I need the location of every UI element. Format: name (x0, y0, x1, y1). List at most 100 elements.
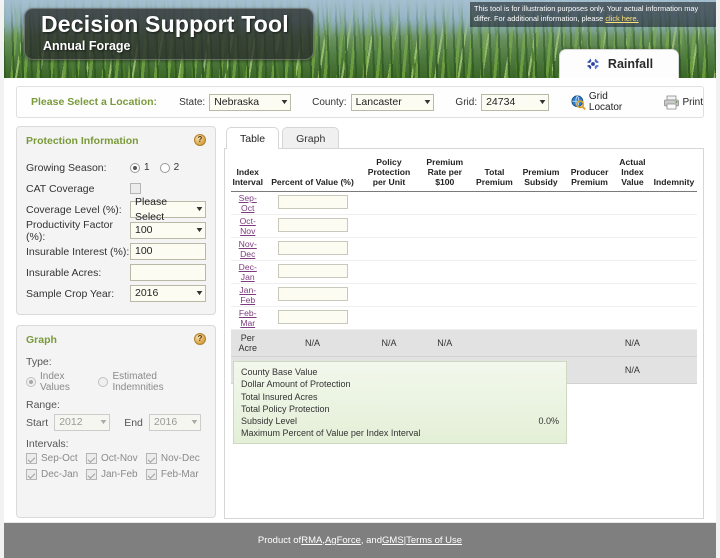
interval-checkbox-item[interactable]: Sep-Oct (26, 453, 86, 464)
index-interval-link-oct-nov-2[interactable]: Nov (232, 226, 263, 236)
question-help-icon[interactable]: ? (194, 333, 206, 345)
interval-label-nov-dec: Nov-Dec (160, 453, 200, 464)
disclaimer-notice: This tool is for illustration purposes o… (470, 2, 716, 27)
grid-select[interactable]: 24734 ▼ (481, 93, 550, 111)
percent-of-value-input-sep-oct[interactable] (277, 195, 348, 209)
graph-type-radio-index-values[interactable] (26, 377, 36, 387)
print-label: Print (682, 96, 704, 108)
index-interval-link-feb-mar-1[interactable]: Feb- (232, 308, 263, 318)
state-select[interactable]: Nebraska ▼ (209, 93, 291, 111)
interval-checkbox-dec-jan[interactable] (26, 469, 37, 480)
productivity-factor-select[interactable]: 100 ▼ (130, 222, 206, 239)
result-label-total-insured-acres: Total Insured Acres (241, 391, 318, 402)
chevron-down-icon: ▼ (189, 419, 200, 426)
empty-cells (360, 191, 697, 215)
per-acre-actual-index-value: N/A (613, 329, 651, 357)
percent-of-value-input-feb-mar[interactable] (277, 310, 348, 324)
insurable-interest-value: 100 (135, 245, 153, 257)
tab-graph[interactable]: Graph (282, 127, 340, 149)
percent-of-value-input-nov-dec[interactable] (277, 241, 348, 255)
summary-row-per-acre: Per Acre N/A N/A N/A N/A (231, 329, 697, 357)
insurable-acres-input[interactable] (130, 264, 206, 281)
graph-range-end-value: 2016 (153, 416, 178, 428)
chevron-down-icon: ▼ (422, 98, 433, 106)
index-interval-link-nov-dec-1[interactable]: Nov- (232, 239, 263, 249)
interval-checkbox-item[interactable]: Jan-Feb (85, 469, 146, 480)
index-interval-link-jan-feb-2[interactable]: Feb (232, 295, 263, 305)
disclaimer-click-here-link[interactable]: click here. (605, 14, 638, 23)
sample-crop-year-value: 2016 (135, 287, 159, 299)
graph-range-end-select[interactable]: 2016 ▼ (148, 414, 201, 431)
chevron-down-icon: ▼ (98, 419, 109, 426)
chevron-down-icon: ▼ (194, 227, 205, 234)
summary-label-line2: Acre (238, 343, 257, 353)
per-acre-policy-protection: N/A (360, 329, 418, 357)
tab-table[interactable]: Table (226, 127, 280, 149)
per-acre-percent-of-value: N/A (264, 329, 361, 357)
graph-options-panel: Graph ? Type: Index Values Estimated Ind… (16, 325, 216, 518)
graph-type-radio-estimated-indemnities[interactable] (98, 377, 109, 387)
index-interval-link-sep-oct-1[interactable]: Sep- (232, 193, 263, 203)
interval-checkbox-jan-feb[interactable] (85, 469, 97, 480)
grid-locator-label: Grid Locator (588, 91, 623, 113)
coverage-level-label: Coverage Level (%): (26, 203, 122, 216)
percent-of-value-input-jan-feb[interactable] (277, 287, 348, 301)
percent-of-value-input-dec-jan[interactable] (277, 264, 348, 278)
percent-of-value-input-oct-nov[interactable] (277, 218, 348, 232)
footer-link-gms[interactable]: GMS (382, 535, 404, 546)
interval-label-feb-mar: Feb-Mar (160, 469, 199, 480)
footer-link-rma[interactable]: RMA (301, 535, 322, 546)
growing-season-radio-1[interactable] (130, 162, 140, 173)
empty-cells (360, 214, 697, 238)
footer-link-agforce[interactable]: AgForce (325, 535, 361, 546)
county-select[interactable]: Lancaster ▼ (350, 93, 435, 111)
question-help-icon[interactable]: ? (194, 134, 206, 146)
index-interval-cell: Jan- Feb (231, 283, 265, 307)
per-acre-total-premium (472, 329, 517, 357)
grid-locator-button[interactable]: Grid Locator (570, 91, 642, 113)
footer-link-terms-of-use[interactable]: Terms of Use (406, 535, 462, 546)
col-policy-protection-per-unit: Policy Protection per Unit (360, 155, 418, 192)
insurable-acres-label: Insurable Acres: (26, 266, 102, 279)
interval-checkbox-item[interactable]: Feb-Mar (145, 469, 206, 480)
result-line: Maximum Percent of Value per Index Inter… (241, 427, 559, 439)
index-interval-link-dec-jan-2[interactable]: Jan (232, 272, 263, 282)
coverage-level-select[interactable]: Please Select ▼ (130, 196, 206, 223)
rain-drop-icon (586, 58, 600, 70)
graph-type-index-values-label: Index Values (40, 371, 70, 393)
index-interval-link-sep-oct-2[interactable]: Oct (232, 203, 263, 213)
interval-checkbox-sep-oct[interactable] (26, 453, 37, 464)
index-interval-link-jan-feb-1[interactable]: Jan- (232, 285, 263, 295)
table-tab-panel: Index Interval Percent of Value (%) Poli… (224, 148, 704, 519)
title-plate: Decision Support Tool Annual Forage (24, 8, 314, 60)
page-header: Decision Support Tool Annual Forage This… (4, 0, 716, 78)
interval-checkbox-item[interactable]: Oct-Nov (85, 453, 146, 464)
interval-checkbox-item[interactable]: Dec-Jan (26, 469, 86, 480)
result-label-maximum-percent-of-value: Maximum Percent of Value per Index Inter… (241, 428, 421, 439)
insurable-interest-input[interactable]: 100 (130, 243, 206, 260)
growing-season-radio-2[interactable] (159, 162, 170, 173)
index-interval-cell: Oct- Nov (231, 214, 265, 238)
county-select-value: Lancaster (355, 95, 402, 108)
right-column: Table Graph Index Interval Percent of Va… (224, 126, 704, 519)
result-line: Total Insured Acres (241, 391, 559, 403)
interval-checkbox-nov-dec[interactable] (145, 453, 157, 464)
interval-label-oct-nov: Oct-Nov (100, 453, 138, 464)
sample-crop-year-select[interactable]: 2016 ▼ (130, 285, 206, 302)
interval-checkbox-item[interactable]: Nov-Dec (145, 453, 206, 464)
graph-type-label: Type: (26, 356, 52, 368)
print-button[interactable]: Print (663, 95, 703, 110)
cat-coverage-checkbox[interactable] (130, 183, 141, 194)
index-interval-link-dec-jan-1[interactable]: Dec- (232, 262, 263, 272)
col-indemnity: Indemnity (650, 155, 697, 192)
interval-checkbox-oct-nov[interactable] (85, 453, 97, 464)
index-interval-link-oct-nov-1[interactable]: Oct- (232, 216, 263, 226)
graph-range-start-select[interactable]: 2012 ▼ (54, 414, 111, 431)
percent-of-value-cell (264, 191, 361, 215)
insurable-acres-row: Insurable Acres: (26, 262, 206, 283)
interval-checkbox-feb-mar[interactable] (145, 469, 157, 480)
per-acre-producer-premium (565, 329, 614, 357)
index-interval-link-nov-dec-2[interactable]: Dec (232, 249, 263, 259)
index-interval-link-feb-mar-2[interactable]: Mar (232, 318, 263, 328)
program-tab-rainfall[interactable]: Rainfall (559, 49, 679, 78)
